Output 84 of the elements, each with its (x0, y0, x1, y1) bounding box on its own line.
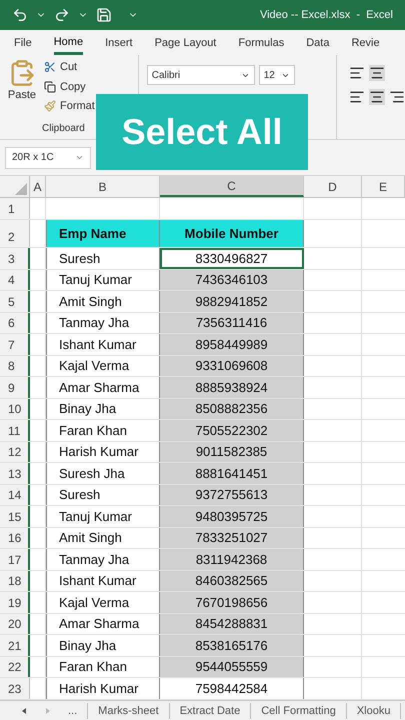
table-cell: 8311942368 (160, 549, 304, 570)
row-header[interactable]: 7 (0, 334, 30, 354)
row-header[interactable]: 21 (0, 635, 30, 656)
row-header[interactable]: 11 (0, 420, 30, 440)
row-header[interactable]: 1 (0, 198, 30, 219)
cut-button[interactable]: Cut (44, 59, 95, 76)
row-header[interactable]: 9 (0, 377, 30, 398)
ribbon-tab[interactable]: Insert (105, 30, 133, 55)
scissors-icon (44, 61, 56, 74)
font-family-field[interactable]: Calibri (146, 65, 255, 85)
caption-banner: Select All (96, 94, 308, 170)
row-header[interactable]: 17 (0, 549, 30, 570)
table-cell: Harish Kumar (46, 678, 160, 698)
table-cell: 8460382565 (160, 570, 304, 591)
window-title: Video -- Excel.xlsx - Excel (260, 8, 393, 23)
table-cell: 9331069608 (160, 356, 304, 376)
row-header[interactable]: 22 (0, 656, 30, 677)
align-right-icon[interactable] (389, 89, 405, 105)
ribbon-tab[interactable]: File (14, 30, 32, 55)
name-box[interactable]: 20R x 1C (5, 146, 91, 168)
table-cell: 9882941852 (160, 291, 304, 312)
row-header[interactable]: 20 (0, 614, 30, 634)
column-header[interactable]: D (304, 176, 362, 197)
sheet-tab[interactable]: Xlooku (346, 702, 402, 720)
sheet-tab[interactable]: Extract Date (170, 702, 252, 720)
table-cell: 8958449989 (160, 334, 304, 354)
table-cell: 8454288831 (160, 614, 304, 634)
paste-button[interactable]: Paste (0, 59, 40, 121)
table-cell: 8538165176 (160, 635, 304, 656)
font-size-field[interactable]: 12 (258, 65, 295, 85)
table-cell: 7598442584 (160, 678, 304, 698)
row-header[interactable]: 4 (0, 270, 30, 290)
table-cell: 9544055559 (160, 656, 304, 677)
table-cell: Emp Name (46, 220, 160, 247)
copy-button[interactable]: Copy (44, 78, 95, 95)
caret-icon (75, 153, 84, 162)
ribbon-tab[interactable]: Data (306, 30, 330, 55)
table-cell: 9480395725 (160, 506, 304, 526)
column-header[interactable]: A (30, 176, 46, 197)
paintbrush-icon (44, 100, 56, 112)
save-icon[interactable] (96, 7, 112, 23)
scroll-left-icon[interactable] (22, 708, 26, 714)
align-left-icon[interactable] (349, 89, 365, 105)
row-header[interactable]: 18 (0, 570, 30, 591)
row-header[interactable]: 8 (0, 356, 30, 376)
redo-icon[interactable] (54, 7, 70, 23)
table-cell: Mobile Number (160, 220, 304, 247)
row-header[interactable]: 19 (0, 592, 30, 612)
table-cell: 8508882356 (160, 398, 304, 419)
undo-icon[interactable] (12, 7, 28, 23)
row-header[interactable]: 10 (0, 398, 30, 419)
table-cell: 7833251027 (160, 528, 304, 548)
table-cell: 8885938924 (160, 377, 304, 398)
column-header[interactable]: C (160, 176, 304, 197)
row-header[interactable]: 12 (0, 442, 30, 462)
table-cell: 9011582385 (160, 442, 304, 462)
table-cell: 7356311416 (160, 312, 304, 333)
sheet-tab[interactable]: Cell Formatting (251, 702, 347, 720)
ribbon-tab[interactable]: Revie (351, 30, 380, 55)
group-label: Clipboard (42, 122, 85, 136)
sheet-tab[interactable]: Marks-sheet (88, 702, 170, 720)
row-header[interactable]: 2 (0, 220, 30, 247)
row-header[interactable]: 16 (0, 528, 30, 548)
format-painter-button[interactable]: Format (44, 98, 95, 114)
row-header[interactable]: 5 (0, 291, 30, 312)
row-header[interactable]: 14 (0, 484, 30, 505)
table-cell: 8881641451 (160, 463, 304, 484)
column-header[interactable]: E (362, 176, 405, 197)
row-header[interactable]: 3 (0, 248, 30, 268)
table-cell: 7670198656 (160, 592, 304, 612)
row-header[interactable]: 15 (0, 506, 30, 526)
ribbon-tab[interactable]: Page Layout (154, 30, 216, 55)
table-cell: Suresh (46, 248, 160, 268)
table-cell: 7436346103 (160, 270, 304, 290)
more-sheets-button[interactable]: ... (68, 702, 88, 720)
row-header[interactable]: 13 (0, 463, 30, 484)
table-cell: 8330496827 (160, 248, 304, 268)
copy-icon (44, 80, 56, 93)
row-header[interactable]: 23 (0, 678, 30, 698)
table-cell: 9372755613 (160, 484, 304, 505)
table-cell: 7505522302 (160, 420, 304, 440)
row-header[interactable]: 6 (0, 312, 30, 333)
align-center-icon[interactable] (369, 89, 385, 105)
ribbon-tab[interactable]: Formulas (238, 30, 284, 55)
